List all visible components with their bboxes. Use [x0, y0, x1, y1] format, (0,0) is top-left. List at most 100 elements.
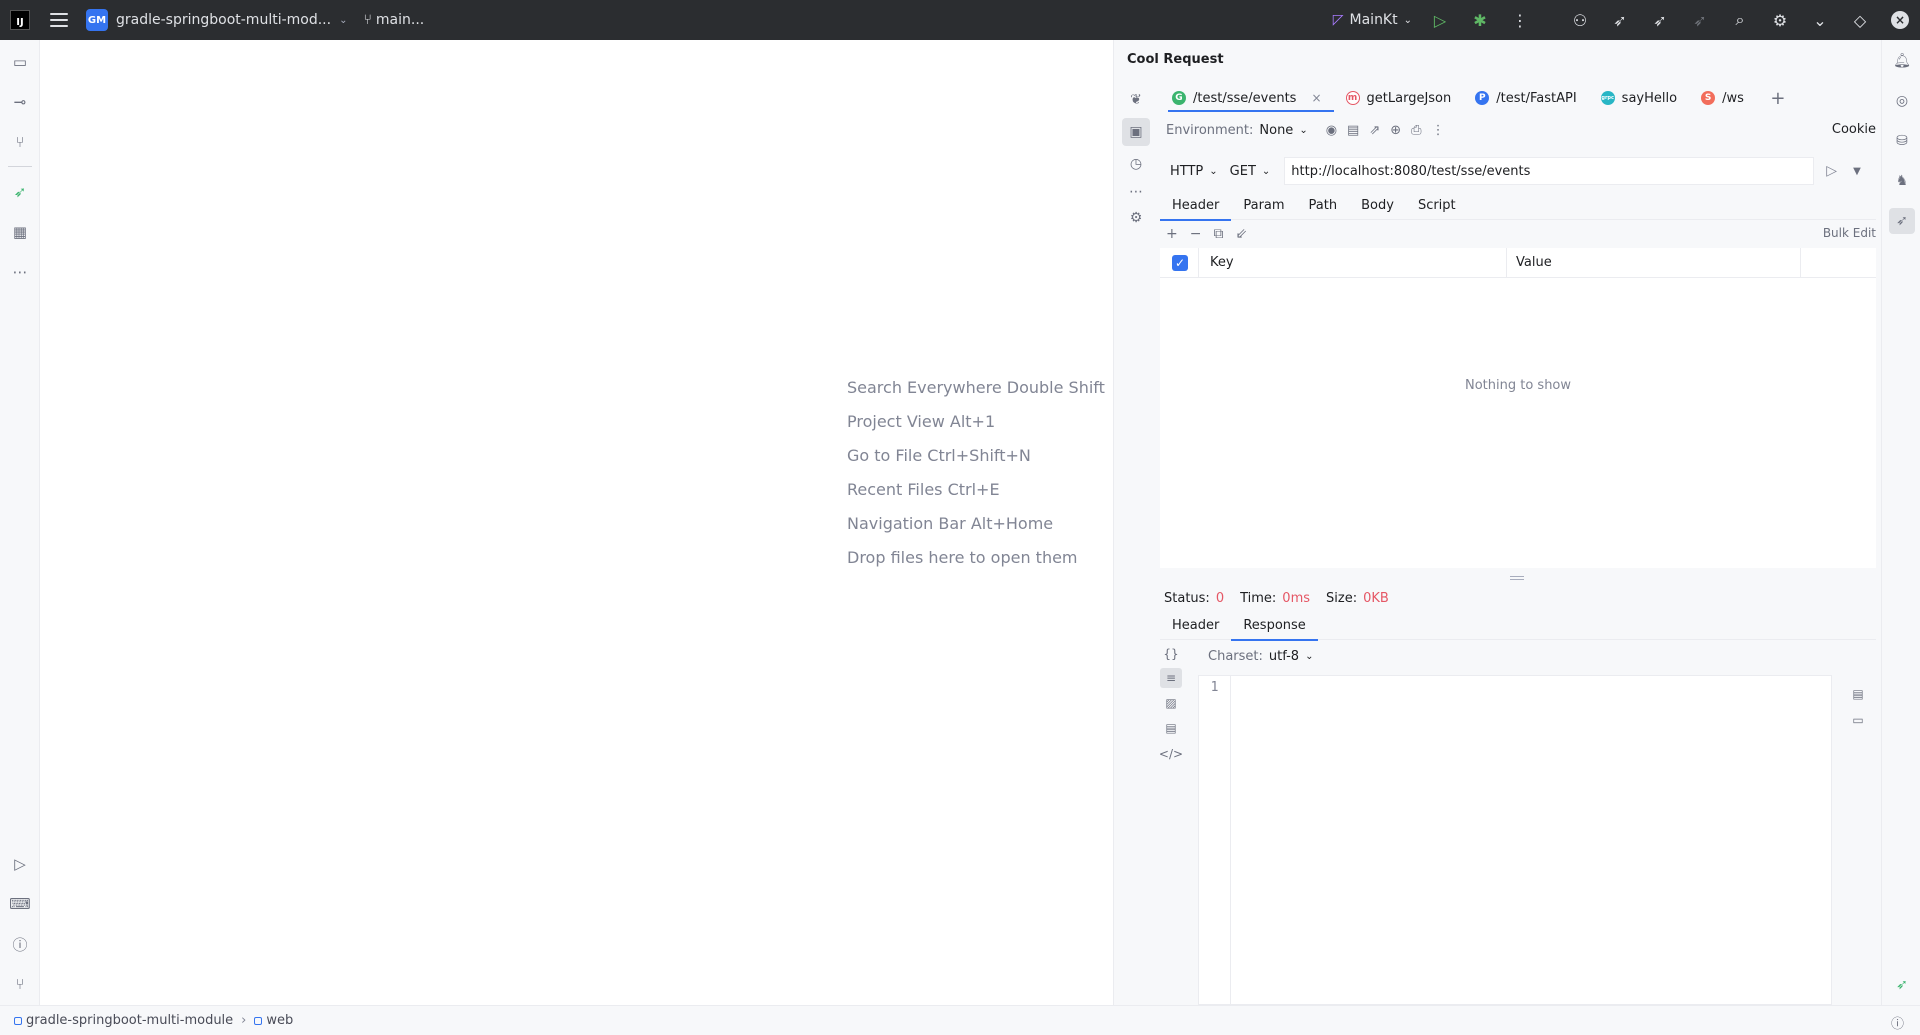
environment-selector[interactable]: None ⌄: [1259, 123, 1307, 138]
git-icon[interactable]: ⑂: [8, 972, 32, 996]
tab-path[interactable]: Path: [1297, 192, 1350, 220]
import-icon[interactable]: ⇙: [1235, 226, 1247, 242]
url-input[interactable]: http://localhost:8080/test/sse/events: [1284, 157, 1815, 185]
protocol-selector[interactable]: HTTP ⌄: [1164, 164, 1224, 179]
branch-widget[interactable]: ⑂ main...: [363, 12, 424, 28]
more-vertical-icon[interactable]: ⋮: [1500, 0, 1540, 40]
tab-script[interactable]: Script: [1406, 192, 1468, 220]
save-icon[interactable]: ▤: [1347, 123, 1359, 138]
remove-icon[interactable]: −: [1190, 226, 1202, 242]
json-icon[interactable]: {}: [1160, 644, 1182, 664]
tab-ws[interactable]: S /ws: [1689, 84, 1756, 112]
hint-project-view: Project View Alt+1: [847, 412, 996, 431]
chevron-down-icon[interactable]: ⌄: [339, 15, 347, 26]
open-external-icon[interactable]: ⇗: [1369, 123, 1380, 138]
send-icon[interactable]: ▷: [1826, 163, 1837, 179]
settings-icon[interactable]: ⚙: [1122, 204, 1150, 232]
tab-response[interactable]: Response: [1231, 612, 1319, 641]
tab-param[interactable]: Param: [1231, 192, 1296, 220]
status-bar: gradle-springboot-multi-module › web ⓘ: [0, 1005, 1920, 1035]
folder-icon[interactable]: ▭: [8, 50, 32, 74]
charset-selector[interactable]: Charset: utf-8 ⌄: [1208, 646, 1313, 666]
tab-header[interactable]: Header: [1160, 192, 1232, 221]
problems-icon[interactable]: ⓘ: [8, 932, 32, 956]
search-icon[interactable]: ⌕: [1720, 0, 1760, 40]
commit-icon[interactable]: ⊸: [8, 90, 32, 114]
response-status-row: Status: 0 Time: 0ms Size: 0KB: [1164, 588, 1399, 608]
debug-icon[interactable]: ✱: [1460, 0, 1500, 40]
add-user-icon[interactable]: ⚇: [1560, 0, 1600, 40]
gradle-icon[interactable]: ♞: [1889, 168, 1915, 194]
more-horizontal-icon[interactable]: ⋯: [1122, 178, 1150, 206]
response-editor[interactable]: 1: [1198, 675, 1832, 1005]
environment-value: None: [1259, 122, 1294, 138]
leaf-icon[interactable]: ❦: [1122, 86, 1150, 114]
chevron-down-icon[interactable]: ▼: [1853, 166, 1861, 177]
tab-get-large-json[interactable]: m getLargeJson: [1334, 84, 1464, 112]
diamond-icon[interactable]: ◇: [1840, 0, 1880, 40]
history-icon[interactable]: ◷: [1122, 150, 1150, 178]
print-icon[interactable]: ⎙: [1411, 123, 1421, 138]
main-menu-icon[interactable]: [50, 13, 68, 27]
tab-say-hello[interactable]: grpc sayHello: [1589, 84, 1689, 112]
add-tab-icon[interactable]: +: [1764, 88, 1792, 109]
run-icon[interactable]: ▷: [1420, 0, 1460, 40]
chevron-down-icon: ⌄: [1209, 165, 1218, 177]
structure-icon[interactable]: ▦: [8, 220, 32, 244]
project-badge[interactable]: GM: [86, 9, 108, 31]
image-icon[interactable]: ▨: [1160, 693, 1182, 713]
time-label: Time:: [1240, 590, 1277, 606]
cool-request-icon[interactable]: ➶: [1889, 972, 1915, 998]
tab-sse-events[interactable]: G /test/sse/events ×: [1160, 84, 1334, 112]
editor-hints: Search Everywhere Double Shift Project V…: [847, 371, 1105, 575]
project-name[interactable]: gradle-springboot-multi-mod...: [116, 12, 331, 28]
cookie-button[interactable]: Cookie: [1832, 122, 1876, 137]
breadcrumb-project[interactable]: gradle-springboot-multi-module: [14, 1013, 233, 1028]
notifications-icon[interactable]: 🔔︎: [1889, 48, 1915, 74]
run-config-selector[interactable]: ◸ MainKt ⌄: [1333, 12, 1412, 28]
close-icon[interactable]: ×: [1311, 91, 1321, 105]
tab-response-header[interactable]: Header: [1160, 612, 1231, 640]
cool-request-panel: Cool Request ❦ ▣ ◷ ⋯ ⚙ G /test/sse/event…: [1113, 40, 1881, 1005]
select-all-checkbox[interactable]: ✓: [1172, 254, 1188, 271]
more-vertical-icon[interactable]: ⋮: [1432, 123, 1445, 138]
window-icon[interactable]: ▭: [1848, 710, 1868, 730]
more-horizontal-icon[interactable]: ⋯: [8, 260, 32, 284]
bulk-edit-button[interactable]: Bulk Edit: [1823, 226, 1876, 240]
header-table-body[interactable]: Nothing to show: [1160, 278, 1876, 568]
xml-icon[interactable]: </>: [1159, 744, 1183, 764]
ai-assistant-icon[interactable]: ◎: [1889, 88, 1915, 114]
tab-fastapi[interactable]: P /test/FastAPI: [1463, 84, 1588, 112]
rocket-filled-icon[interactable]: ➶: [1640, 0, 1680, 40]
tab-label: /test/FastAPI: [1496, 90, 1577, 106]
editor-empty-area[interactable]: Search Everywhere Double Shift Project V…: [41, 40, 1113, 1005]
settings-icon[interactable]: ⚙: [1760, 0, 1800, 40]
cool-request-icon[interactable]: ➶: [8, 180, 32, 204]
pull-request-icon[interactable]: ⑂: [8, 130, 32, 154]
globe-icon[interactable]: ⊕: [1390, 123, 1401, 138]
rocket-disabled-icon[interactable]: ➶: [1680, 0, 1720, 40]
database-icon[interactable]: ⛁: [1889, 128, 1915, 154]
tab-label: sayHello: [1621, 90, 1678, 106]
html-icon[interactable]: ▤: [1160, 718, 1182, 738]
services-icon[interactable]: ▷: [8, 852, 32, 876]
splitter-handle[interactable]: [1510, 576, 1524, 580]
api-icon[interactable]: ◉: [1326, 123, 1337, 138]
save-icon[interactable]: ▤: [1848, 684, 1868, 704]
intellij-logo-icon[interactable]: IJ: [10, 10, 30, 30]
rocket-icon[interactable]: ➶: [1600, 0, 1640, 40]
add-icon[interactable]: +: [1166, 226, 1178, 242]
environment-label: Environment:: [1166, 122, 1254, 138]
text-icon[interactable]: ≡: [1160, 668, 1182, 688]
close-window-icon[interactable]: ×: [1880, 0, 1920, 40]
chevron-down-icon[interactable]: ⌄: [1800, 0, 1840, 40]
info-icon[interactable]: ⓘ: [1891, 1013, 1904, 1032]
breadcrumb-module[interactable]: web: [254, 1013, 293, 1028]
value-column-header: Value: [1516, 255, 1552, 270]
copy-icon[interactable]: ⧉: [1213, 226, 1223, 242]
terminal-icon[interactable]: ⌨: [8, 892, 32, 916]
method-selector[interactable]: GET ⌄: [1224, 164, 1277, 179]
cool-request-icon[interactable]: ➶: [1889, 208, 1915, 234]
request-icon[interactable]: ▣: [1122, 118, 1150, 146]
tab-body[interactable]: Body: [1349, 192, 1406, 220]
